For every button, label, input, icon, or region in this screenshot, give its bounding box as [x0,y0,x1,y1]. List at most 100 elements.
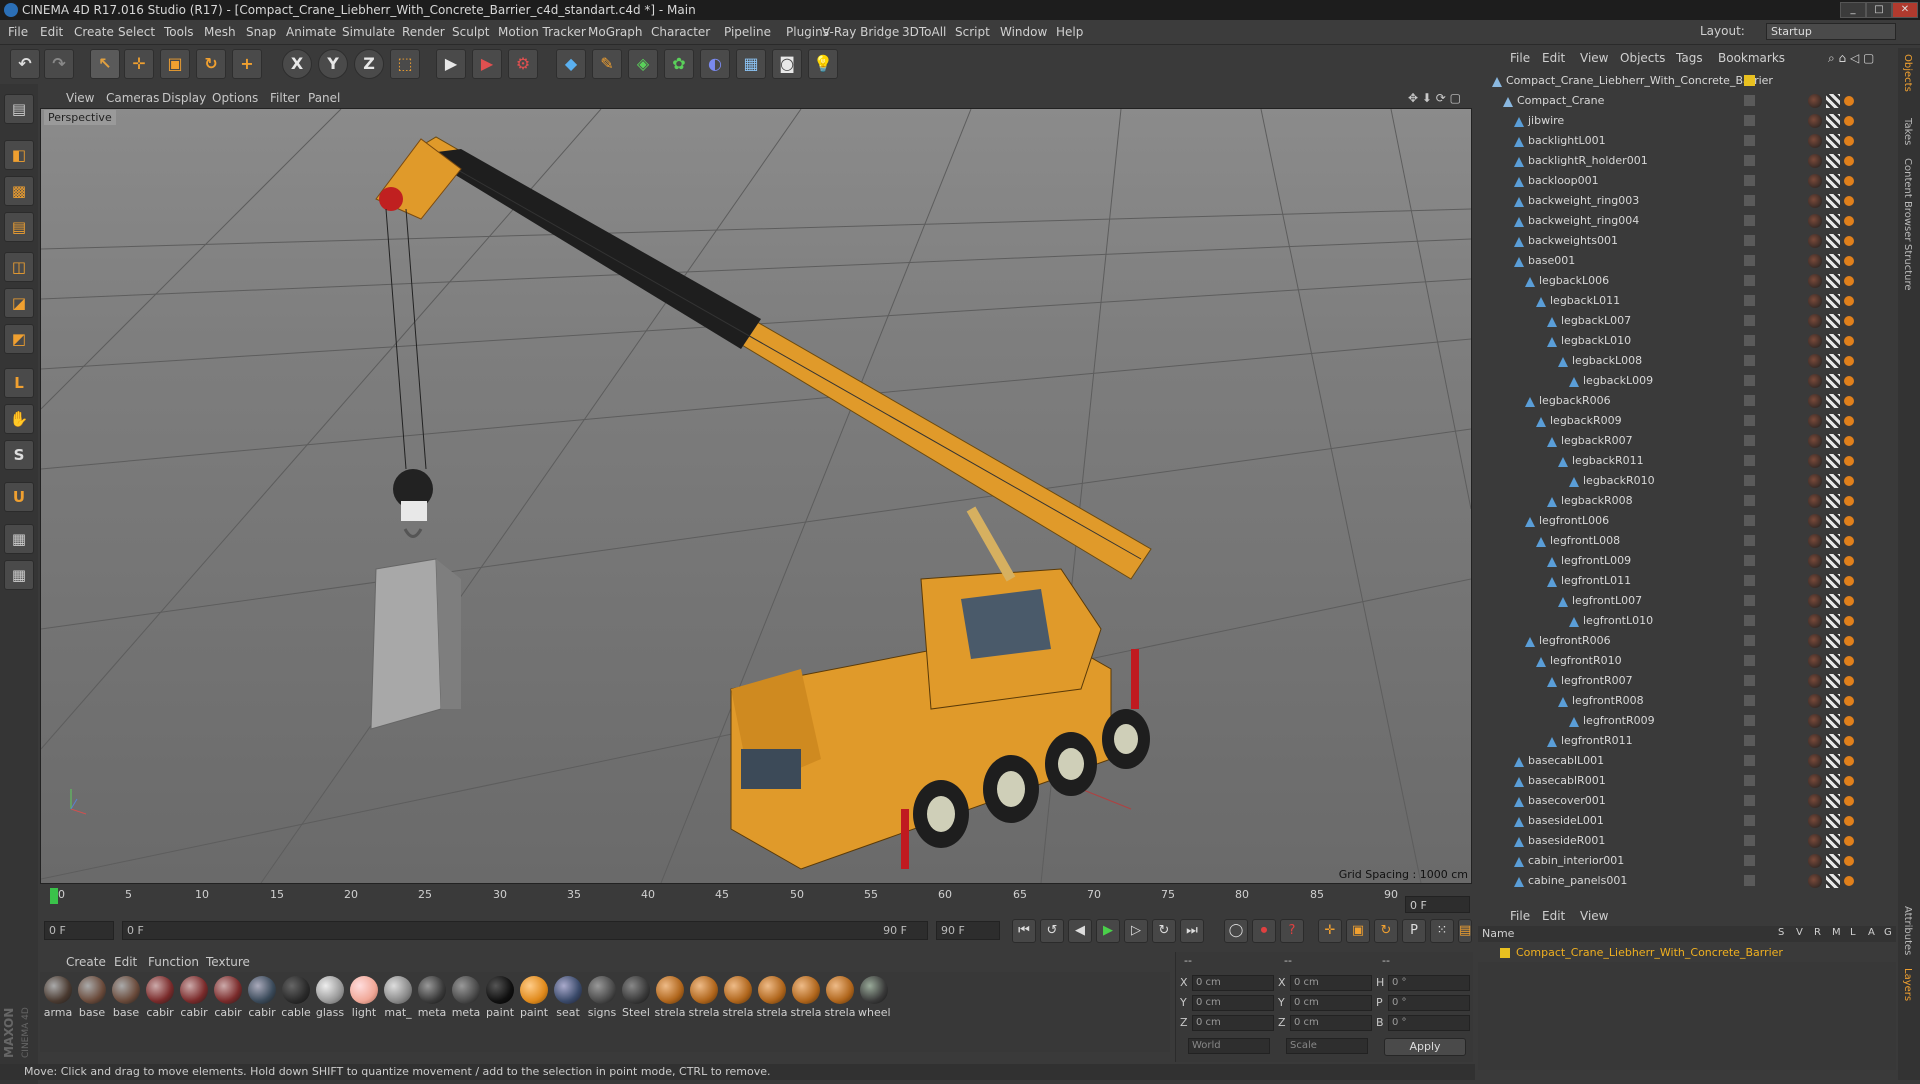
phong-tag-icon[interactable] [1844,216,1854,226]
object-row[interactable]: legbackL007 [1478,312,1892,331]
material-swatch[interactable]: meta [416,976,448,1019]
uvw-tag-icon[interactable] [1826,634,1840,648]
layer-indicator-icon[interactable] [1744,415,1755,426]
edges-mode-icon[interactable]: ◪ [4,288,34,318]
object-row[interactable]: basesideL001 [1478,812,1892,831]
uvw-tag-icon[interactable] [1826,714,1840,728]
go-to-end-icon[interactable]: ⏭ [1180,919,1204,943]
material-tag-icon[interactable] [1808,874,1822,888]
model-mode-icon[interactable]: ◧ [4,140,34,170]
phong-tag-icon[interactable] [1844,736,1854,746]
object-row[interactable]: jibwire [1478,112,1892,131]
phong-tag-icon[interactable] [1844,676,1854,686]
material-swatch[interactable]: arma [42,976,74,1019]
polygons-mode-icon[interactable]: ◩ [4,324,34,354]
object-row[interactable]: legfrontR011 [1478,732,1892,751]
layer-indicator-icon[interactable] [1744,95,1755,106]
cube-primitive-icon[interactable]: ◆ [556,49,586,79]
key-rotation-icon[interactable]: ↻ [1374,919,1398,943]
uvw-tag-icon[interactable] [1826,854,1840,868]
uvw-tag-icon[interactable] [1826,514,1840,528]
material-tag-icon[interactable] [1808,294,1822,308]
layer-indicator-icon[interactable] [1744,735,1755,746]
phong-tag-icon[interactable] [1844,136,1854,146]
phong-tag-icon[interactable] [1844,236,1854,246]
object-name[interactable]: basesideR001 [1528,834,1605,847]
material-menu-texture[interactable]: Texture [206,955,250,969]
object-name[interactable]: legbackL006 [1539,274,1609,287]
menu-mograph[interactable]: MoGraph [588,25,643,39]
move-tool-button[interactable]: ✛ [124,49,154,79]
menu-select[interactable]: Select [118,25,155,39]
next-frame-icon[interactable]: ▷ [1124,919,1148,943]
object-name[interactable]: legfrontR011 [1561,734,1633,747]
material-swatch[interactable]: strela [756,976,788,1019]
object-row[interactable]: legfrontR006 [1478,632,1892,651]
uvw-tag-icon[interactable] [1826,394,1840,408]
viewport-navigation-icon[interactable]: ✥ ⬇ ⟳ ▢ [1408,91,1461,105]
end-frame-field[interactable]: 0 F [1405,896,1470,913]
layer-color-swatch[interactable] [1500,948,1510,958]
material-swatch[interactable]: cabir [178,976,210,1019]
material-tag-icon[interactable] [1808,394,1822,408]
uvw-tag-icon[interactable] [1826,834,1840,848]
object-name[interactable]: basecover001 [1528,794,1606,807]
uvw-tag-icon[interactable] [1826,374,1840,388]
object-row[interactable]: legbackL011 [1478,292,1892,311]
material-swatch[interactable]: signs [586,976,618,1019]
object-name[interactable]: basecablL001 [1528,754,1604,767]
phong-tag-icon[interactable] [1844,176,1854,186]
object-name[interactable]: legfrontR009 [1583,714,1655,727]
phong-tag-icon[interactable] [1844,616,1854,626]
material-swatch[interactable]: glass [314,976,346,1019]
phong-tag-icon[interactable] [1844,856,1854,866]
objects-menu-objects[interactable]: Objects [1620,51,1665,65]
menu-window[interactable]: Window [1000,25,1047,39]
menu-vray-bridge[interactable]: V-Ray Bridge [822,25,899,39]
viewport-menu-filter[interactable]: Filter [270,91,300,105]
phong-tag-icon[interactable] [1844,876,1854,886]
menu-simulate[interactable]: Simulate [342,25,395,39]
layer-indicator-icon[interactable] [1744,715,1755,726]
material-swatch[interactable]: cabir [144,976,176,1019]
material-swatch[interactable]: strela [790,976,822,1019]
material-swatch[interactable]: mat_ [382,976,414,1019]
phong-tag-icon[interactable] [1844,436,1854,446]
layer-indicator-icon[interactable] [1744,495,1755,506]
phong-tag-icon[interactable] [1844,336,1854,346]
key-parameter-icon[interactable]: P [1402,919,1426,943]
uvw-tag-icon[interactable] [1826,274,1840,288]
next-key-icon[interactable]: ↻ [1152,919,1176,943]
layers-menu-file[interactable]: File [1510,909,1530,923]
x-axis-lock-button[interactable]: X [282,49,312,79]
object-row[interactable]: legfrontL006 [1478,512,1892,531]
layer-indicator-icon[interactable] [1744,435,1755,446]
object-name[interactable]: basesideL001 [1528,814,1604,827]
material-tag-icon[interactable] [1808,854,1822,868]
object-row[interactable]: Compact_Crane [1478,92,1892,111]
layer-indicator-icon[interactable] [1744,395,1755,406]
viewport-menu-options[interactable]: Options [212,91,258,105]
object-row[interactable]: legfrontL011 [1478,572,1892,591]
object-row[interactable]: backlightL001 [1478,132,1892,151]
uvw-tag-icon[interactable] [1826,314,1840,328]
layer-indicator-icon[interactable] [1744,155,1755,166]
object-name[interactable]: cabin_interior001 [1528,854,1624,867]
uvw-tag-icon[interactable] [1826,294,1840,308]
phong-tag-icon[interactable] [1844,716,1854,726]
object-row[interactable]: legfrontL007 [1478,592,1892,611]
material-swatch[interactable]: Steel [620,976,652,1019]
layer-indicator-icon[interactable] [1744,675,1755,686]
phong-tag-icon[interactable] [1844,536,1854,546]
object-row[interactable]: backloop001 [1478,172,1892,191]
recent-tool-button[interactable]: + [232,49,262,79]
material-tag-icon[interactable] [1808,94,1822,108]
uvw-tag-icon[interactable] [1826,174,1840,188]
uvw-tag-icon[interactable] [1826,114,1840,128]
material-tag-icon[interactable] [1808,354,1822,368]
object-row[interactable]: legfrontR010 [1478,652,1892,671]
object-row[interactable]: legbackL010 [1478,332,1892,351]
viewport-menu-display[interactable]: Display [162,91,206,105]
object-name[interactable]: jibwire [1528,114,1564,127]
object-name[interactable]: base001 [1528,254,1575,267]
